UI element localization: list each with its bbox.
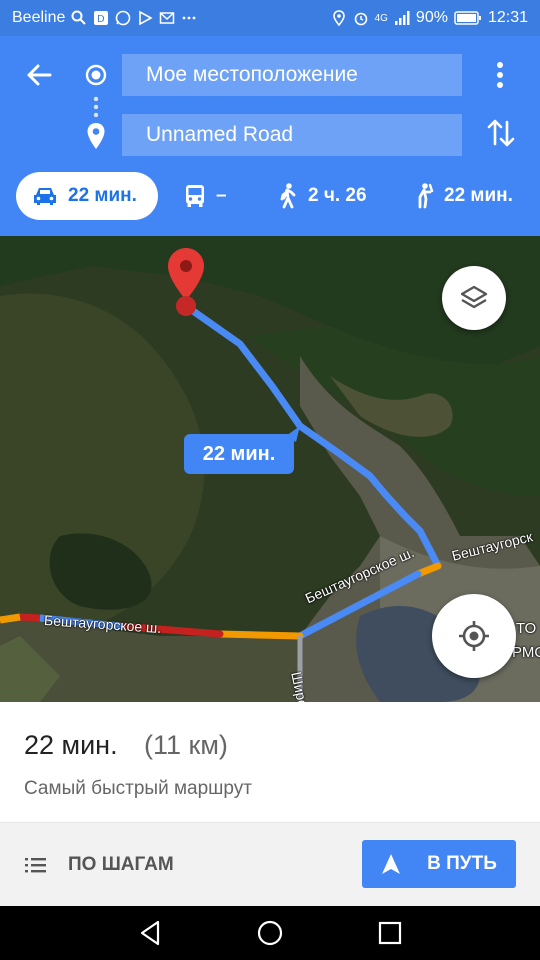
- start-navigation-button[interactable]: В ПУТЬ: [362, 840, 516, 888]
- more-vert-icon[interactable]: [488, 58, 512, 92]
- signal-icon: [394, 11, 410, 25]
- action-bar: ПО ШАГАМ В ПУТЬ: [0, 823, 540, 906]
- summary-distance: (11 км): [144, 730, 228, 760]
- whatsapp-icon: [116, 10, 131, 26]
- map-view[interactable]: 22 мин. Бештаугорское ш. Бештаугорское ш…: [0, 236, 540, 702]
- svg-text:D: D: [97, 14, 105, 25]
- my-location-button[interactable]: [432, 594, 516, 678]
- transit-time: –: [216, 185, 227, 206]
- app-notification-icon: D: [94, 11, 109, 25]
- drive-time: 22 мин.: [68, 185, 137, 206]
- route-connector-dots: [93, 96, 99, 118]
- crosshair-icon: [459, 621, 489, 651]
- more-notifications-icon: [182, 16, 196, 20]
- route-time-bubble[interactable]: 22 мин.: [184, 434, 294, 474]
- nav-recents-icon[interactable]: [376, 919, 404, 947]
- tab-ride[interactable]: 22 мин.: [412, 172, 513, 220]
- layers-button[interactable]: [442, 266, 506, 330]
- steps-button[interactable]: ПО ШАГАМ: [24, 845, 174, 885]
- destination-pin-icon: [87, 123, 105, 149]
- swap-direction-icon[interactable]: [484, 116, 518, 150]
- destination-marker: [168, 248, 204, 316]
- tab-transit[interactable]: –: [184, 172, 227, 220]
- location-icon: [332, 10, 345, 26]
- summary-time: 22 мин.: [24, 730, 118, 760]
- travel-mode-tabs: 22 мин. – 2 ч. 26 22 мин.: [0, 172, 540, 222]
- nav-home-icon[interactable]: [256, 919, 284, 947]
- carrier-label: Beeline: [12, 9, 66, 26]
- back-arrow-icon[interactable]: [22, 58, 56, 92]
- summary-description: Самый быстрый маршрут: [24, 778, 252, 799]
- mail-icon: [160, 12, 175, 24]
- walk-icon: [280, 183, 296, 209]
- origin-location-icon: [85, 64, 107, 86]
- destination-field[interactable]: Unnamed Road: [122, 114, 462, 156]
- ride-time: 22 мин.: [444, 185, 513, 206]
- steps-label: ПО ШАГАМ: [68, 854, 174, 875]
- traffic-segment-slow-left: [0, 613, 21, 624]
- network-type: 4G: [374, 12, 388, 24]
- traffic-segment-jam-left: [19, 613, 41, 622]
- list-icon: [25, 858, 46, 873]
- search-icon: [71, 10, 87, 25]
- ride-hail-icon: [418, 183, 434, 209]
- battery-percent: 90%: [415, 9, 448, 26]
- place-label: РМО: [512, 644, 540, 661]
- bus-icon: [186, 185, 204, 207]
- layers-icon: [460, 285, 488, 309]
- directions-header: Мое местоположение Unnamed Road 22 мин. …: [0, 36, 540, 236]
- place-label: ТО: [516, 620, 537, 637]
- walk-time: 2 ч. 26: [308, 185, 367, 206]
- system-nav-bar: [0, 906, 540, 960]
- play-store-icon: [139, 10, 154, 26]
- status-bar: Beeline D 4G 90% 12:31: [0, 0, 540, 36]
- tab-drive[interactable]: 22 мин.: [16, 172, 158, 220]
- route-summary[interactable]: 22 мин. (11 км) Самый быстрый маршрут: [0, 702, 540, 823]
- go-label: В ПУТЬ: [427, 853, 497, 874]
- alarm-icon: [354, 12, 367, 26]
- traffic-segment-slow-mid: [216, 630, 304, 640]
- origin-field[interactable]: Мое местоположение: [122, 54, 462, 96]
- clock: 12:31: [487, 9, 528, 26]
- navigation-arrow-icon: [382, 854, 401, 874]
- car-icon: [34, 188, 56, 205]
- battery-icon: [454, 11, 481, 25]
- nav-back-icon[interactable]: [136, 919, 164, 947]
- tab-walk[interactable]: 2 ч. 26: [278, 172, 367, 220]
